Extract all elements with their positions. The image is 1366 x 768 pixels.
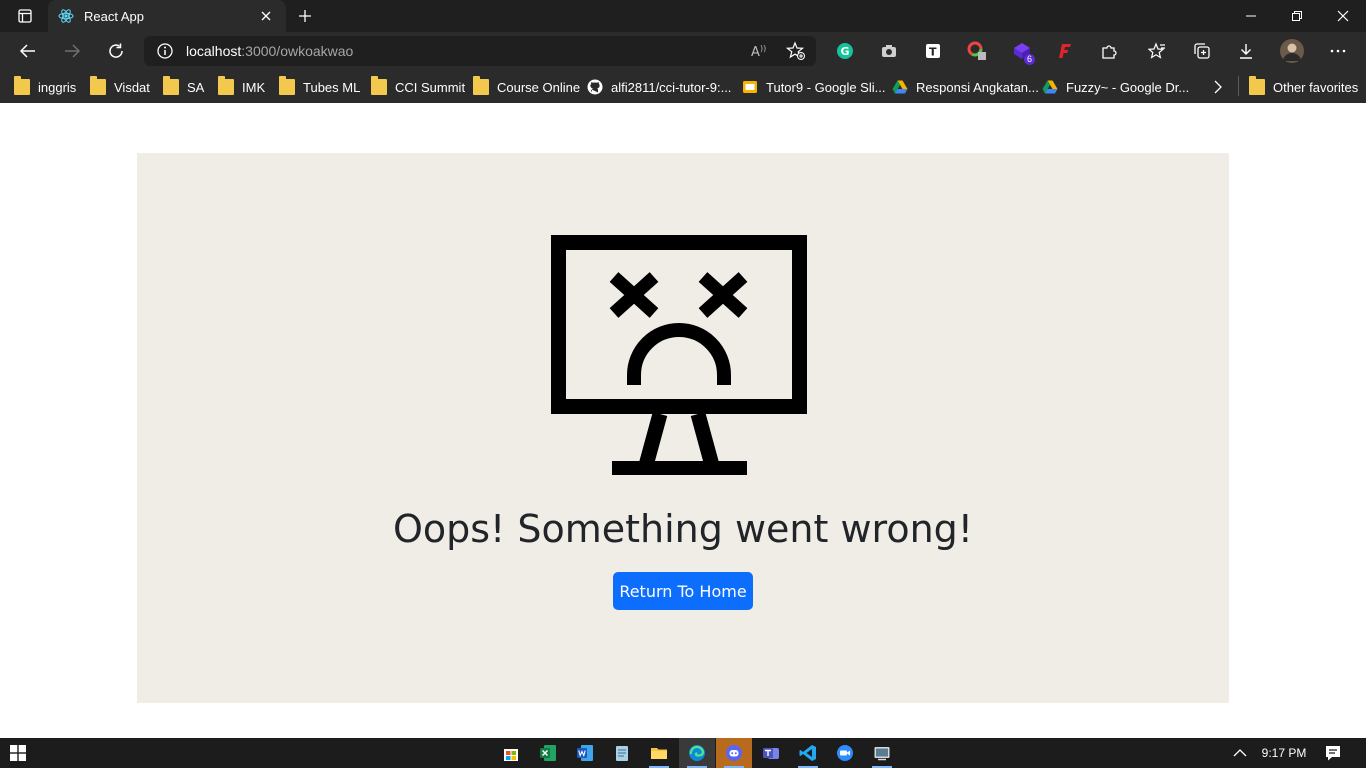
vscode-icon[interactable]	[790, 738, 826, 768]
word-icon[interactable]	[567, 738, 603, 768]
error-card: Oops! Something went wrong! Return To Ho…	[137, 153, 1229, 703]
bookmark-label: SA	[187, 79, 205, 95]
bookmark-label: Other favorites	[1273, 79, 1359, 95]
page-viewport: Oops! Something went wrong! Return To Ho…	[0, 103, 1366, 738]
svg-text:)): ))	[760, 44, 766, 53]
file-explorer-icon[interactable]	[641, 738, 677, 768]
navigation-toolbar: localhost:3000/owkoakwao A)) G T 6	[0, 32, 1366, 70]
bookmark-folder-cci-summit[interactable]: CCI Summit	[371, 76, 465, 98]
zoom-icon[interactable]	[827, 738, 863, 768]
bookmark-folder-sa[interactable]: SA	[163, 76, 204, 98]
return-home-button[interactable]: Return To Home	[613, 572, 753, 610]
address-bar[interactable]: localhost:3000/owkoakwao A))	[144, 36, 816, 66]
add-favorite-icon[interactable]	[785, 41, 806, 61]
google-slides-icon	[742, 79, 758, 95]
new-tab-icon[interactable]	[292, 4, 318, 28]
bookmark-responsi-drive[interactable]: Responsi Angkatan...	[892, 76, 1039, 98]
bookmark-label: IMK	[242, 79, 266, 95]
url-host: localhost	[186, 43, 242, 59]
extension-badge: 6	[1023, 54, 1035, 65]
tab-actions-icon[interactable]	[8, 4, 42, 28]
bookmark-label: inggris	[38, 79, 77, 95]
more-menu-icon[interactable]	[1328, 41, 1348, 61]
microsoft-store-icon[interactable]	[493, 738, 529, 768]
bookmark-folder-tubes-ml[interactable]: Tubes ML	[279, 76, 360, 98]
svg-text:A: A	[751, 45, 760, 60]
color-picker-icon[interactable]	[967, 41, 987, 61]
chevron-right-icon[interactable]	[1212, 76, 1224, 98]
folder-icon	[1249, 76, 1265, 95]
bookmark-label: Tubes ML	[303, 79, 361, 95]
folder-icon	[279, 76, 295, 95]
error-heading: Oops! Something went wrong!	[392, 507, 974, 551]
refresh-icon[interactable]	[101, 37, 131, 65]
grammarly-icon[interactable]: G	[835, 41, 855, 61]
favorites-divider	[1238, 76, 1239, 96]
back-icon[interactable]	[13, 37, 43, 65]
profile-avatar[interactable]	[1280, 39, 1304, 63]
typora-icon[interactable]: T	[923, 41, 943, 61]
folder-icon	[371, 76, 387, 95]
google-drive-icon	[1042, 79, 1058, 95]
notepad-icon[interactable]	[604, 738, 640, 768]
folder-icon	[14, 76, 30, 95]
flash-extension-icon[interactable]	[1055, 41, 1075, 61]
restore-icon[interactable]	[1274, 0, 1320, 32]
github-icon	[587, 79, 603, 95]
bookmark-label: Visdat	[114, 79, 150, 95]
snipping-tool-icon[interactable]	[864, 738, 900, 768]
system-clock[interactable]: 9:17 PM	[1256, 738, 1312, 768]
bookmark-folder-imk[interactable]: IMK	[218, 76, 265, 98]
bookmark-label: alfi2811/cci-tutor-9:...	[611, 79, 732, 95]
bookmark-folder-course-online[interactable]: Course Online	[473, 76, 580, 98]
bookmark-label: CCI Summit	[395, 79, 466, 95]
teams-icon[interactable]	[753, 738, 789, 768]
react-logo-icon	[58, 8, 74, 24]
bookmark-label: Course Online	[497, 79, 581, 95]
bookmark-label: Fuzzy~ - Google Dr...	[1066, 79, 1190, 95]
svg-text:T: T	[929, 46, 937, 59]
site-info-icon[interactable]	[156, 42, 174, 60]
folder-icon	[90, 76, 106, 95]
url-path: :3000/owkoakwao	[241, 43, 354, 59]
close-window-icon[interactable]	[1320, 0, 1366, 32]
chevron-up-icon[interactable]	[1222, 738, 1258, 768]
tab-close-icon[interactable]	[256, 6, 276, 26]
windows-taskbar: 9:17 PM	[0, 738, 1366, 768]
favorites-bar: inggris Visdat SA IMK Tubes ML CCI Summi…	[0, 70, 1366, 103]
tab-title: React App	[84, 8, 144, 24]
edge-browser-icon[interactable]	[679, 738, 715, 768]
camera-icon[interactable]	[879, 41, 899, 61]
forward-icon[interactable]	[57, 37, 87, 65]
windows-start-icon[interactable]	[0, 738, 36, 768]
excel-icon[interactable]	[530, 738, 566, 768]
bookmark-folder-visdat[interactable]: Visdat	[90, 76, 150, 98]
collections-icon[interactable]	[1192, 41, 1212, 61]
notification-icon[interactable]	[1315, 738, 1351, 768]
bookmark-label: Tutor9 - Google Sli...	[766, 79, 886, 95]
folder-icon	[218, 76, 234, 95]
extension-gem-icon[interactable]: 6	[1012, 41, 1035, 65]
minimize-icon[interactable]	[1228, 0, 1274, 32]
svg-text:G: G	[841, 45, 850, 58]
google-drive-icon	[892, 79, 908, 95]
bookmark-label: Responsi Angkatan...	[916, 79, 1039, 95]
folder-icon	[163, 76, 179, 95]
read-aloud-icon[interactable]: A))	[750, 42, 768, 60]
bookmark-other-favorites[interactable]: Other favorites	[1249, 76, 1358, 98]
broken-computer-icon	[551, 235, 807, 475]
discord-icon[interactable]	[716, 738, 752, 768]
bookmark-tutor9-slides[interactable]: Tutor9 - Google Sli...	[742, 76, 885, 98]
tab-react-app[interactable]: React App	[48, 0, 286, 32]
downloads-icon[interactable]	[1236, 41, 1256, 61]
bookmark-github[interactable]: alfi2811/cci-tutor-9:...	[587, 76, 731, 98]
bookmark-folder-inggris[interactable]: inggris	[14, 76, 76, 98]
folder-icon	[473, 76, 489, 95]
tab-strip: React App	[0, 0, 1366, 32]
favorites-icon[interactable]	[1147, 41, 1167, 61]
browser-window-chrome: React App localhost:3000/owkoakwao A))…	[0, 0, 1366, 103]
extensions-puzzle-icon[interactable]	[1099, 41, 1119, 61]
bookmark-fuzzy-drive[interactable]: Fuzzy~ - Google Dr...	[1042, 76, 1189, 98]
